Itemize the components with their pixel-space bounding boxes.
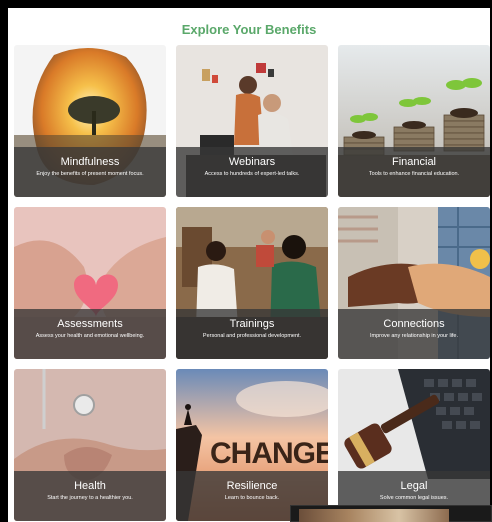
screen-frame: Explore Your Benefits Mindfulness Enjoy … xyxy=(0,0,492,522)
card-caption: Assessments Assess your health and emoti… xyxy=(14,309,166,359)
card-caption: Connections Improve any relationship in … xyxy=(338,309,490,359)
card-title: Connections xyxy=(383,318,445,330)
card-description: Solve common legal issues. xyxy=(379,495,449,501)
benefit-card-assessments[interactable]: Assessments Assess your health and emoti… xyxy=(14,207,166,359)
card-caption: Mindfulness Enjoy the benefits of presen… xyxy=(14,147,166,197)
card-description: Tools to enhance financial education. xyxy=(368,171,460,177)
card-caption: Financial Tools to enhance financial edu… xyxy=(338,147,490,197)
card-title: Health xyxy=(74,480,106,492)
card-caption: Trainings Personal and professional deve… xyxy=(176,309,328,359)
benefit-card-legal[interactable]: Legal Solve common legal issues. xyxy=(338,369,490,521)
benefit-card-mindfulness[interactable]: Mindfulness Enjoy the benefits of presen… xyxy=(14,45,166,197)
benefits-panel: Explore Your Benefits Mindfulness Enjoy … xyxy=(8,8,490,522)
card-description: Improve any relationship in your life. xyxy=(369,333,459,339)
card-description: Learn to bounce back. xyxy=(224,495,280,501)
card-caption: Health Start the journey to a healthier … xyxy=(14,471,166,521)
card-title: Resilience xyxy=(226,480,278,492)
card-title: Financial xyxy=(391,156,437,168)
card-title: Webinars xyxy=(228,156,276,168)
card-description: Assess your health and emotional wellbei… xyxy=(35,333,145,339)
card-description: Start the journey to a healthier you. xyxy=(47,495,133,501)
card-description: Access to hundreds of expert-led talks. xyxy=(204,171,300,177)
benefit-card-trainings[interactable]: Trainings Personal and professional deve… xyxy=(176,207,328,359)
card-caption: Webinars Access to hundreds of expert-le… xyxy=(176,147,328,197)
card-title: Assessments xyxy=(57,318,123,330)
benefit-card-connections[interactable]: Connections Improve any relationship in … xyxy=(338,207,490,359)
benefit-card-webinars[interactable]: Webinars Access to hundreds of expert-le… xyxy=(176,45,328,197)
svg-text:CHANGE: CHANGE xyxy=(210,437,328,470)
card-title: Legal xyxy=(400,480,428,492)
preview-thumbnail xyxy=(299,509,449,522)
card-description: Personal and professional development. xyxy=(202,333,302,339)
card-title: Trainings xyxy=(229,318,275,330)
benefit-card-health[interactable]: Health Start the journey to a healthier … xyxy=(14,369,166,521)
benefit-card-financial[interactable]: Financial Tools to enhance financial edu… xyxy=(338,45,490,197)
card-title: Mindfulness xyxy=(60,156,120,168)
benefit-card-resilience[interactable]: CHANGE Resilience Learn to bounce back. xyxy=(176,369,328,521)
card-description: Enjoy the benefits of present moment foc… xyxy=(36,171,144,177)
page-title: Explore Your Benefits xyxy=(181,22,317,37)
floating-preview-window[interactable] xyxy=(290,505,492,522)
